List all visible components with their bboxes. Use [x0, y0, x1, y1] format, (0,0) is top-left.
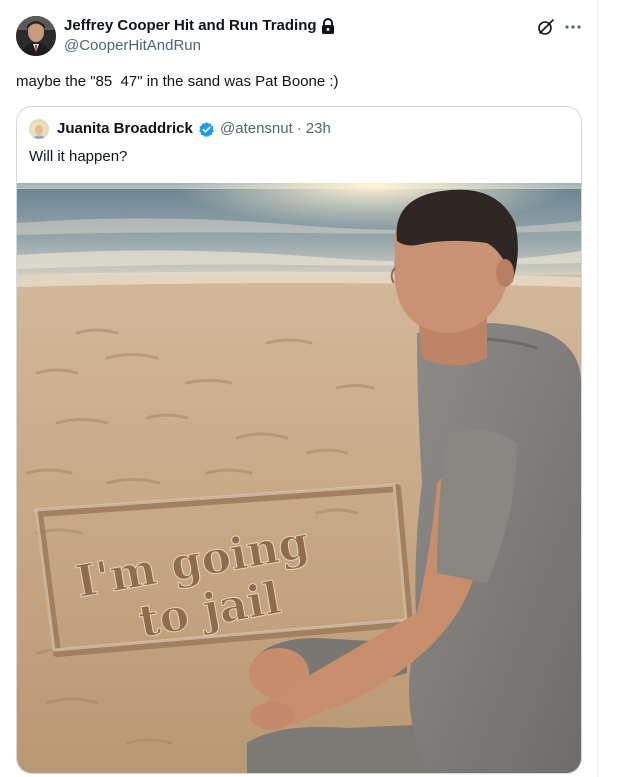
quoted-author-handle[interactable]: @atensnut	[220, 119, 293, 139]
tweet-text: maybe the "85 47" in the sand was Pat Bo…	[16, 73, 339, 90]
meta-separator: ·	[296, 120, 302, 137]
tweet[interactable]: Jeffrey Cooper Hit and Run Trading @Coop…	[0, 0, 597, 777]
lock-icon	[321, 18, 335, 34]
quoted-tweet[interactable]: Juanita Broaddrick @atensnut · 23h Will …	[16, 106, 582, 774]
quoted-tweet-text: Will it happen?	[29, 148, 128, 165]
quoted-author-avatar[interactable]	[29, 119, 49, 139]
grok-icon[interactable]	[537, 18, 555, 36]
author-name-row[interactable]: Jeffrey Cooper Hit and Run Trading	[64, 16, 335, 36]
verified-icon	[198, 121, 215, 138]
quoted-tweet-image[interactable]: I'm going to jail	[17, 183, 581, 773]
quoted-meta: @atensnut · 23h	[220, 119, 331, 139]
column-divider	[597, 0, 598, 777]
quoted-timestamp[interactable]: 23h	[306, 119, 331, 139]
author-avatar[interactable]	[16, 16, 56, 56]
author-name[interactable]: Jeffrey Cooper Hit and Run Trading	[64, 16, 317, 36]
author-handle[interactable]: @CooperHitAndRun	[64, 36, 201, 56]
more-icon[interactable]	[564, 18, 582, 36]
quoted-author-name[interactable]: Juanita Broaddrick	[57, 119, 193, 139]
